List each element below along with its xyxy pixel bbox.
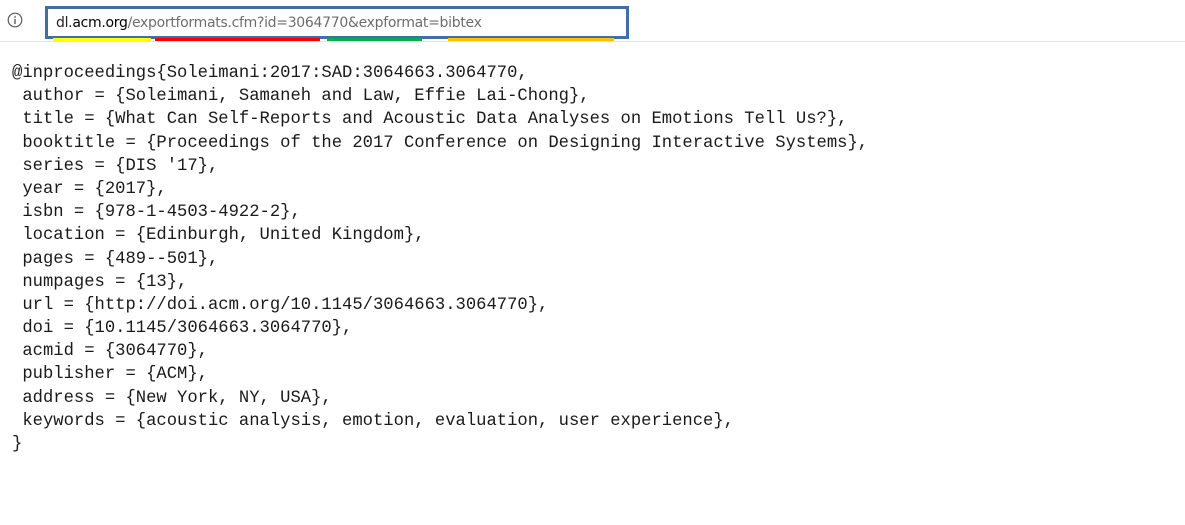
bibtex-line: booktitle = {Proceedings of the 2017 Con… <box>12 133 869 153</box>
bibtex-line: publisher = {ACM}, <box>12 365 208 385</box>
bibtex-line: address = {New York, NY, USA}, <box>12 388 332 408</box>
bibtex-content: @inproceedings{Soleimani:2017:SAD:306466… <box>12 62 868 456</box>
address-bar: dl.acm.org/exportformats.cfm?id=3064770&… <box>0 0 1185 44</box>
url-host: acm.org <box>72 15 128 31</box>
bibtex-line: location = {Edinburgh, United Kingdom}, <box>12 226 425 246</box>
bibtex-line: author = {Soleimani, Samaneh and Law, Ef… <box>12 87 590 107</box>
bibtex-line: doi = {10.1145/3064663.3064770}, <box>12 319 353 339</box>
url-subdomain: dl. <box>56 15 73 31</box>
bibtex-line: url = {http://doi.acm.org/10.1145/306466… <box>12 295 549 315</box>
url-query-format: &expformat=bibtex <box>347 15 482 31</box>
url-domain: dl.acm.org <box>56 15 128 31</box>
url-field[interactable]: dl.acm.org/exportformats.cfm?id=3064770&… <box>45 6 629 39</box>
address-bar-divider <box>0 41 1185 42</box>
bibtex-line: pages = {489--501}, <box>12 249 219 269</box>
bibtex-line: year = {2017}, <box>12 179 167 199</box>
bibtex-line: } <box>12 435 23 454</box>
url-path: /exportformats.cfm <box>127 15 258 31</box>
info-circle-icon[interactable] <box>7 12 23 28</box>
bibtex-line: isbn = {978-1-4503-4922-2}, <box>12 203 301 223</box>
bibtex-line: acmid = {3064770}, <box>12 342 208 362</box>
bibtex-line: keywords = {acoustic analysis, emotion, … <box>12 411 734 431</box>
bibtex-line: @inproceedings{Soleimani:2017:SAD:306466… <box>12 64 528 83</box>
bibtex-line: title = {What Can Self-Reports and Acous… <box>12 110 848 130</box>
bibtex-line: numpages = {13}, <box>12 272 188 292</box>
url-query-id: ?id=3064770 <box>256 15 348 31</box>
url-text: dl.acm.org/exportformats.cfm?id=3064770&… <box>56 15 482 31</box>
bibtex-line: series = {DIS '17}, <box>12 156 219 176</box>
